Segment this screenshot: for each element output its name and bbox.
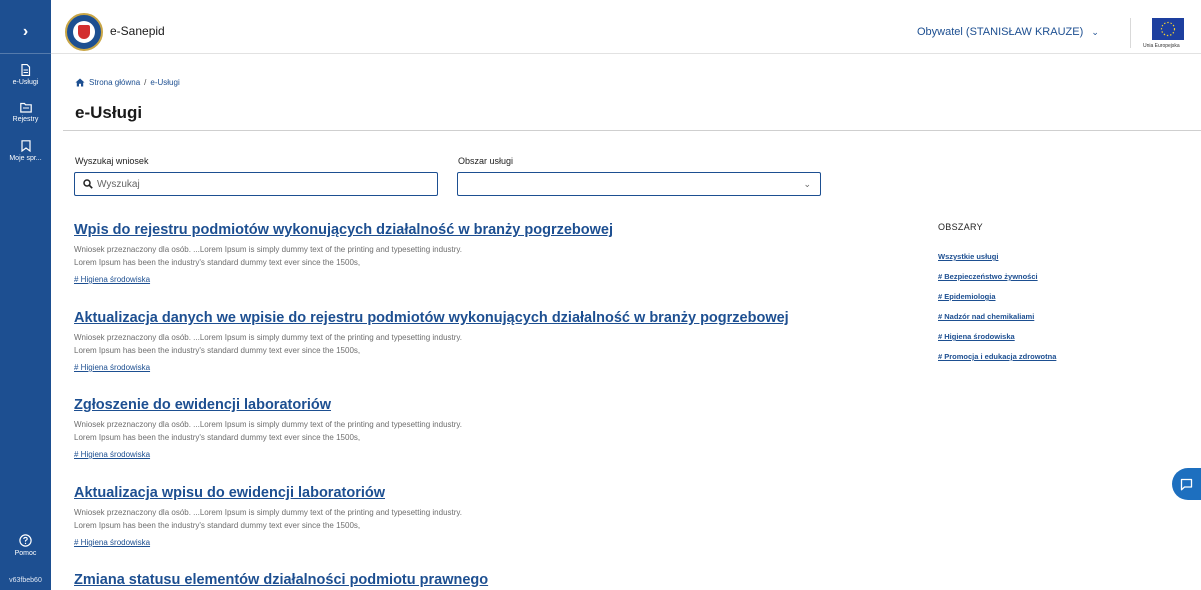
search-label: Wyszukaj wniosek	[75, 156, 149, 166]
breadcrumb-separator: /	[144, 78, 147, 87]
sidebar-item-pomoc[interactable]: Pomoc	[0, 534, 51, 558]
title-divider	[63, 130, 1201, 131]
chevron-down-icon: ⌄	[1091, 27, 1099, 37]
service-item: Wpis do rejestru podmiotów wykonujących …	[74, 221, 874, 287]
service-item: Aktualizacja wpisu do ewidencji laborato…	[74, 484, 874, 550]
search-icon	[83, 179, 93, 189]
search-field[interactable]	[74, 172, 438, 196]
breadcrumb-current: e-Usługi	[150, 78, 180, 87]
area-label: Obszar usługi	[458, 156, 514, 166]
service-description-line: Wniosek przeznaczony dla osób. ...Lorem …	[74, 333, 463, 342]
user-name: Obywatel (STANISŁAW KRAUZE)	[917, 26, 1084, 38]
app-title[interactable]: e-Sanepid	[110, 24, 165, 38]
service-description-line: Lorem Ipsum has been the industry's stan…	[74, 346, 361, 355]
eagle-shield-icon	[78, 25, 90, 39]
sidebar-item-e-uslugi[interactable]: e-Usługi	[0, 64, 51, 87]
service-description: Wniosek przeznaczony dla osób. ...Lorem …	[74, 243, 874, 269]
service-description: Wniosek przeznaczony dla osób. ...Lorem …	[74, 418, 874, 444]
bookmark-icon	[20, 140, 31, 152]
service-tag-link[interactable]: # Higiena środowiska	[74, 538, 150, 547]
area-link-all[interactable]: Wszystkie usługi	[938, 252, 1138, 262]
sidebar-toggle-button[interactable]: ›	[0, 10, 51, 54]
service-item: Zmiana statusu elementów działalności po…	[74, 571, 874, 589]
user-menu[interactable]: Obywatel (STANISŁAW KRAUZE) ⌄	[917, 26, 1099, 38]
top-bar: e-Sanepid Obywatel (STANISŁAW KRAUZE) ⌄ …	[51, 10, 1201, 54]
service-tag-link[interactable]: # Higiena środowiska	[74, 275, 150, 284]
sanepid-logo[interactable]	[65, 13, 103, 51]
service-description-line: Lorem Ipsum has been the industry's stan…	[74, 433, 361, 442]
service-item: Aktualizacja danych we wpisie do rejestr…	[74, 309, 874, 375]
service-description-line: Lorem Ipsum has been the industry's stan…	[74, 521, 361, 530]
service-title-link[interactable]: Aktualizacja danych we wpisie do rejestr…	[74, 309, 874, 327]
app-version: v63fbeb60	[9, 577, 42, 584]
area-link-food-safety[interactable]: # Bezpieczeństwo żywności	[938, 272, 1138, 282]
eu-flag-logo	[1152, 18, 1184, 40]
help-icon	[19, 534, 32, 547]
home-icon	[75, 78, 85, 87]
chat-button[interactable]	[1172, 468, 1201, 500]
area-link-health-promotion[interactable]: # Promocja i edukacja zdrowotna	[938, 352, 1138, 362]
page-title: e-Usługi	[75, 103, 143, 122]
sidebar-item-label: Moje spr...	[9, 155, 42, 162]
folder-icon	[19, 102, 32, 113]
sidebar-item-rejestry[interactable]: Rejestry	[0, 102, 51, 124]
area-link-environmental-hygiene[interactable]: # Higiena środowiska	[938, 332, 1138, 342]
eu-stars-icon	[1160, 21, 1176, 37]
eu-label: Unia Europejska	[1143, 43, 1180, 49]
divider	[1130, 18, 1131, 48]
areas-title: OBSZARY	[938, 222, 983, 232]
areas-panel: OBSZARY Wszystkie usługi # Bezpieczeństw…	[938, 222, 1138, 372]
service-title-link[interactable]: Wpis do rejestru podmiotów wykonujących …	[74, 221, 874, 239]
service-title-link[interactable]: Aktualizacja wpisu do ewidencji laborato…	[74, 484, 874, 502]
sidebar-item-label: Pomoc	[14, 550, 37, 557]
chevron-right-icon: ›	[22, 22, 29, 40]
service-description-line: Lorem Ipsum has been the industry's stan…	[74, 258, 361, 267]
service-description: Wniosek przeznaczony dla osób. ...Lorem …	[74, 331, 874, 357]
logo-emblem	[73, 21, 95, 43]
document-icon	[21, 64, 31, 76]
service-item: Zgłoszenie do ewidencji laboratoriów Wni…	[74, 396, 874, 462]
chat-icon	[1180, 478, 1193, 490]
sidebar: › e-Usługi Rejestry Moje spr... Pomoc v6…	[0, 0, 51, 590]
area-select[interactable]: ⌄	[457, 172, 821, 196]
sidebar-item-moje-sprawy[interactable]: Moje spr...	[0, 140, 51, 163]
service-tag-link[interactable]: # Higiena środowiska	[74, 450, 150, 459]
sidebar-item-label: e-Usługi	[12, 79, 39, 86]
service-description-line: Wniosek przeznaczony dla osób. ...Lorem …	[74, 420, 463, 429]
area-link-chemicals[interactable]: # Nadzór nad chemikaliami	[938, 312, 1138, 322]
sidebar-item-label: Rejestry	[12, 116, 39, 123]
area-link-epidemiology[interactable]: # Epidemiologia	[938, 292, 1138, 302]
service-title-link[interactable]: Zgłoszenie do ewidencji laboratoriów	[74, 396, 874, 414]
service-tag-link[interactable]: # Higiena środowiska	[74, 363, 150, 372]
service-description-line: Wniosek przeznaczony dla osób. ...Lorem …	[74, 508, 463, 517]
service-title-link[interactable]: Zmiana statusu elementów działalności po…	[74, 571, 874, 589]
chevron-down-icon: ⌄	[803, 179, 811, 189]
search-input[interactable]	[97, 178, 417, 190]
service-description-line: Wniosek przeznaczony dla osób. ...Lorem …	[74, 245, 463, 254]
breadcrumb-home-link[interactable]: Strona główna	[89, 78, 140, 87]
service-description: Wniosek przeznaczony dla osób. ...Lorem …	[74, 506, 874, 532]
breadcrumb: Strona główna / e-Usługi	[75, 78, 180, 87]
